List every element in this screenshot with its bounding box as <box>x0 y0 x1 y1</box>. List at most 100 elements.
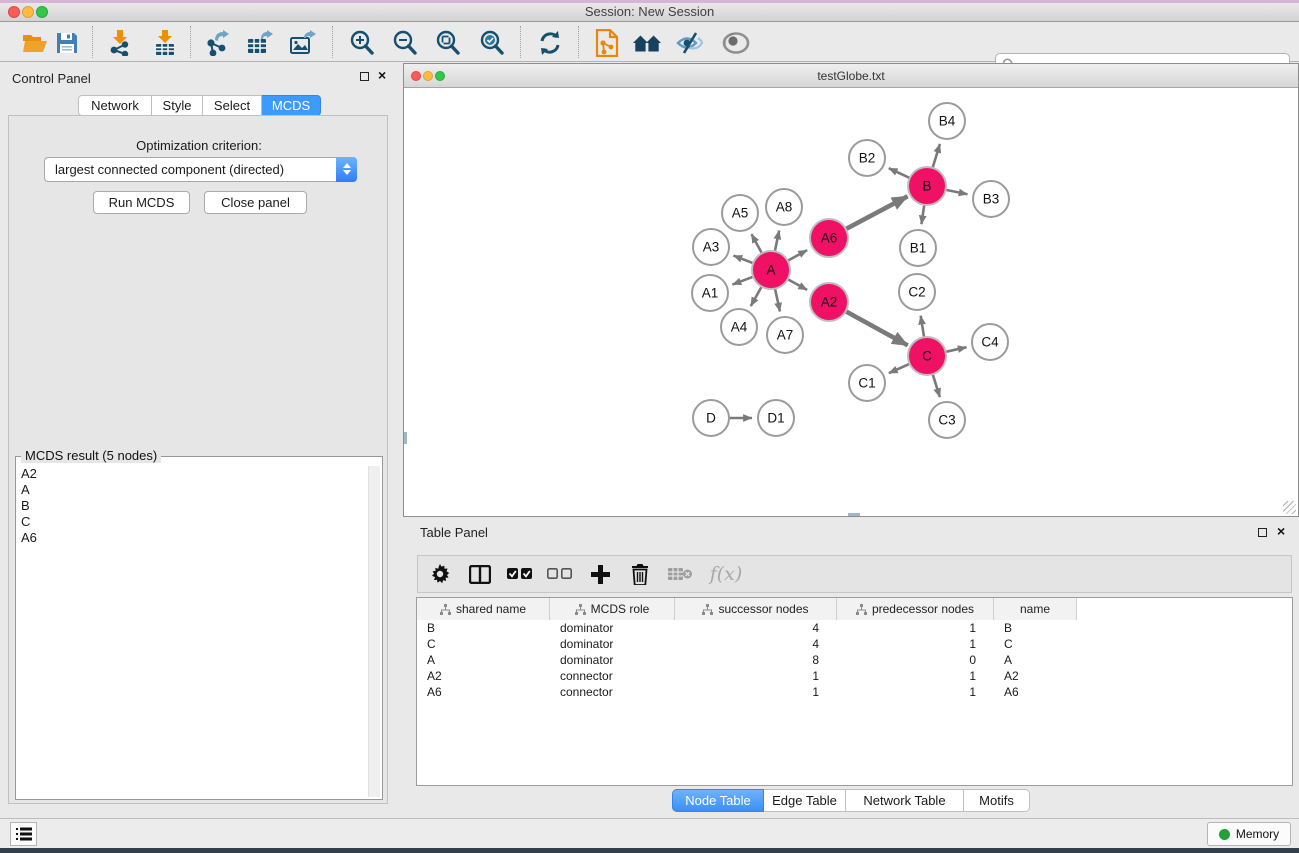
toggle-table-mode-icon[interactable] <box>466 565 494 584</box>
resize-grip[interactable] <box>1283 501 1296 514</box>
network-window-titlebar[interactable]: testGlobe.txt <box>404 64 1298 88</box>
graph-node-D1[interactable]: D1 <box>758 400 794 436</box>
tab-node-table[interactable]: Node Table <box>672 789 764 812</box>
close-panel-button[interactable]: Close panel <box>204 191 307 214</box>
table-panel-close-button[interactable]: × <box>1277 525 1285 538</box>
create-column-icon[interactable] <box>586 565 614 584</box>
hide-graphics-details-icon[interactable] <box>675 30 705 56</box>
table-cell[interactable]: 1 <box>837 637 994 651</box>
graph-node-C3[interactable]: C3 <box>929 402 965 438</box>
graph-node-A1[interactable]: A1 <box>692 275 728 311</box>
tab-edge-table[interactable]: Edge Table <box>764 789 846 812</box>
table-cell[interactable]: 1 <box>837 621 994 635</box>
zoom-out-icon[interactable] <box>390 30 420 56</box>
table-cell[interactable]: connector <box>550 685 675 699</box>
mcds-result-item[interactable]: B <box>21 498 368 514</box>
show-graphics-details-icon[interactable] <box>721 30 751 56</box>
home-layout-icon[interactable] <box>632 30 662 56</box>
tab-network-table[interactable]: Network Table <box>846 789 964 812</box>
tab-select[interactable]: Select <box>203 95 262 116</box>
column-header-name[interactable]: name <box>994 598 1077 620</box>
network-graph-canvas[interactable]: AA6A2BCA5A8A3A1A4A7B2B4B3B1C2C4C1C3DD1 <box>404 89 1298 517</box>
graph-node-C1[interactable]: C1 <box>849 365 885 401</box>
table-cell[interactable]: 1 <box>837 669 994 683</box>
table-cell[interactable]: 1 <box>675 685 837 699</box>
table-panel-float-button[interactable] <box>1258 527 1267 540</box>
task-history-button[interactable] <box>10 822 37 846</box>
table-cell[interactable]: A <box>994 653 1077 667</box>
table-cell[interactable]: connector <box>550 669 675 683</box>
graph-node-D[interactable]: D <box>693 400 729 436</box>
table-cell[interactable]: A6 <box>417 685 550 699</box>
graph-node-B3[interactable]: B3 <box>973 181 1009 217</box>
export-network-icon[interactable] <box>203 30 233 56</box>
mcds-result-list[interactable]: A2ABCA6 <box>18 466 368 797</box>
control-panel-close-button[interactable]: × <box>378 69 386 82</box>
table-cell[interactable]: 1 <box>837 685 994 699</box>
table-cell[interactable]: 8 <box>675 653 837 667</box>
graph-node-A5[interactable]: A5 <box>722 195 758 231</box>
new-network-from-file-icon[interactable] <box>592 30 622 56</box>
table-row[interactable]: Cdominator41C <box>417 636 1292 652</box>
save-session-icon[interactable] <box>52 30 82 56</box>
optimization-criterion-select[interactable]: largest connected component (directed) <box>44 157 357 182</box>
graph-node-B1[interactable]: B1 <box>900 230 936 266</box>
mcds-result-scrollbar[interactable] <box>368 466 380 797</box>
table-cell[interactable]: 1 <box>675 669 837 683</box>
table-cell[interactable]: A <box>417 653 550 667</box>
import-network-icon[interactable] <box>105 30 135 56</box>
export-image-icon[interactable] <box>288 30 318 56</box>
graph-node-C2[interactable]: C2 <box>899 274 935 310</box>
tab-mcds[interactable]: MCDS <box>262 95 321 116</box>
table-cell[interactable]: A2 <box>417 669 550 683</box>
tab-style[interactable]: Style <box>152 95 203 116</box>
graph-node-B4[interactable]: B4 <box>929 103 965 139</box>
graph-node-A4[interactable]: A4 <box>721 309 757 345</box>
run-mcds-button[interactable]: Run MCDS <box>93 191 190 214</box>
table-cell[interactable]: 0 <box>837 653 994 667</box>
column-header-MCDS-role[interactable]: MCDS role <box>550 598 675 620</box>
tab-motifs[interactable]: Motifs <box>964 789 1030 812</box>
graph-node-A2[interactable]: A2 <box>810 283 848 321</box>
table-cell[interactable]: A2 <box>994 669 1077 683</box>
table-cell[interactable]: B <box>417 621 550 635</box>
column-settings-gear-icon[interactable] <box>426 564 454 584</box>
table-row[interactable]: A2connector11A2 <box>417 668 1292 684</box>
graph-node-C[interactable]: C <box>908 337 946 375</box>
zoom-selected-icon[interactable] <box>477 30 507 56</box>
table-cell[interactable]: dominator <box>550 621 675 635</box>
table-row[interactable]: Bdominator41B <box>417 620 1292 636</box>
graph-node-A7[interactable]: A7 <box>767 317 803 353</box>
table-cell[interactable]: 4 <box>675 637 837 651</box>
export-table-icon[interactable] <box>245 30 275 56</box>
import-table-icon[interactable] <box>150 30 180 56</box>
graph-node-A3[interactable]: A3 <box>693 229 729 265</box>
node-table[interactable]: shared nameMCDS rolesuccessor nodesprede… <box>416 597 1293 786</box>
mcds-result-item[interactable]: A2 <box>21 466 368 482</box>
table-cell[interactable]: B <box>994 621 1077 635</box>
column-header-successor-nodes[interactable]: successor nodes <box>675 598 837 620</box>
deselect-all-checkboxes-icon[interactable] <box>546 568 574 581</box>
table-row[interactable]: A6connector11A6 <box>417 684 1292 700</box>
mcds-result-item[interactable]: C <box>21 514 368 530</box>
table-cell[interactable]: dominator <box>550 637 675 651</box>
graph-node-C4[interactable]: C4 <box>972 324 1008 360</box>
table-cell[interactable]: A6 <box>994 685 1077 699</box>
graph-node-A8[interactable]: A8 <box>766 189 802 225</box>
select-all-checkboxes-icon[interactable] <box>506 568 534 581</box>
zoom-fit-icon[interactable] <box>433 30 463 56</box>
refresh-view-icon[interactable] <box>535 30 565 56</box>
graph-node-A[interactable]: A <box>752 251 790 289</box>
table-cell[interactable]: dominator <box>550 653 675 667</box>
mcds-result-item[interactable]: A6 <box>21 530 368 546</box>
table-cell[interactable]: C <box>417 637 550 651</box>
graph-node-A6[interactable]: A6 <box>810 219 848 257</box>
graph-node-B[interactable]: B <box>908 167 946 205</box>
zoom-in-icon[interactable] <box>347 30 377 56</box>
column-header-shared-name[interactable]: shared name <box>417 598 550 620</box>
memory-button[interactable]: Memory <box>1207 822 1291 846</box>
table-row[interactable]: Adominator80A <box>417 652 1292 668</box>
table-cell[interactable]: C <box>994 637 1077 651</box>
open-session-icon[interactable] <box>20 30 50 56</box>
control-panel-float-button[interactable] <box>360 71 369 84</box>
